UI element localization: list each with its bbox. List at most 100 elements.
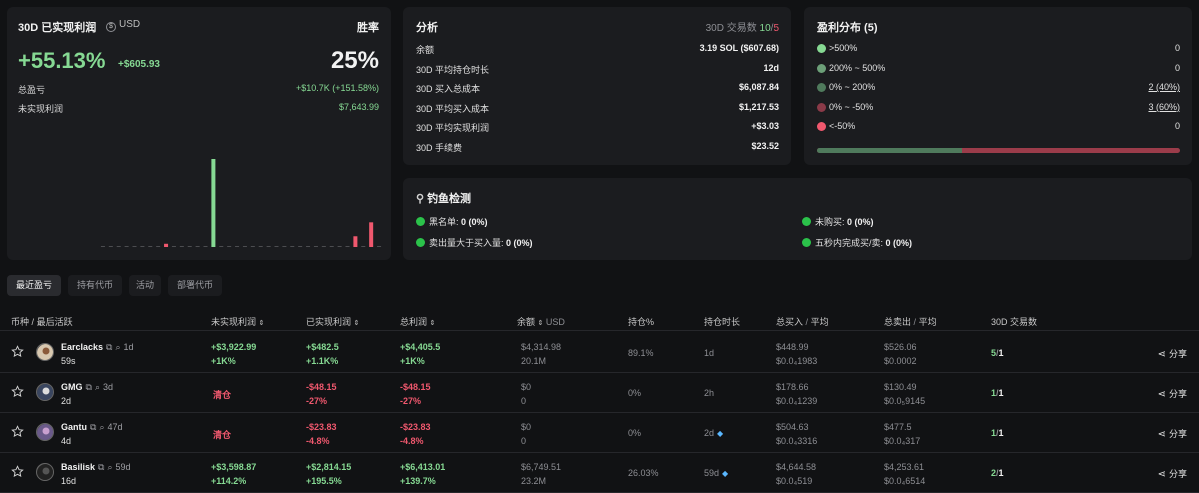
total-pnl-value: +$10.7K (+151.58%) bbox=[295, 83, 379, 93]
table-header: 币种 / 最后活跃 未实现利润 ⇕ 已实现利润 ⇕ 总利润 ⇕ 余额 ⇕ USD… bbox=[0, 309, 1199, 331]
unrealized-label: 未实现利润 bbox=[18, 104, 64, 114]
winrate-value: 25% bbox=[330, 47, 379, 74]
search-icon[interactable]: ⌕ bbox=[95, 382, 100, 392]
header-bought-avg: 平均 bbox=[810, 317, 829, 327]
token-name[interactable]: Basilisk bbox=[61, 462, 95, 472]
distribution-row-value: 0 bbox=[1174, 43, 1180, 53]
sold-total: $4,253.61 bbox=[884, 462, 925, 472]
sold-total: $477.5 bbox=[884, 422, 912, 432]
unrealized-percent: +114.2% bbox=[211, 476, 247, 486]
search-icon[interactable]: ⌕ bbox=[107, 462, 112, 472]
balance-usd: $4,314.98 bbox=[521, 342, 562, 352]
total-percent: +1K% bbox=[400, 356, 425, 366]
table-row[interactable]: Basilisk ⧉ ⌕ 59d 16d +$3,598.87 +114.2% +$2,814… bbox=[0, 453, 1199, 493]
hold-duration: 1d bbox=[704, 348, 714, 358]
star-icon[interactable] bbox=[11, 345, 24, 358]
hold-duration: 59d ◆ bbox=[704, 468, 728, 478]
distribution-row-value[interactable]: 3 (60%) bbox=[1148, 102, 1180, 112]
search-icon[interactable]: ⌕ bbox=[99, 422, 104, 432]
distribution-row-value[interactable]: 2 (40%) bbox=[1148, 82, 1180, 92]
chart-bar[interactable] bbox=[164, 243, 169, 247]
token-avatar bbox=[36, 463, 54, 481]
share-label: 分享 bbox=[1168, 389, 1187, 399]
header-total[interactable]: 总利润 ⇕ bbox=[400, 315, 435, 328]
header-bought: 总买入 / 平均 bbox=[776, 315, 829, 328]
header-sold: 总卖出 / 平均 bbox=[884, 315, 937, 328]
tab-holdings[interactable]: 持有代币 bbox=[68, 275, 122, 296]
bought-total: $178.66 bbox=[776, 382, 809, 392]
header-sold-sep: / bbox=[913, 317, 917, 327]
token-name[interactable]: Earclacks bbox=[61, 342, 103, 352]
currency-toggle[interactable]: $ USD bbox=[106, 19, 140, 32]
token-name-line: Basilisk ⧉ ⌕ 59d bbox=[61, 462, 131, 473]
header-coin[interactable]: 币种 / 最后活跃 bbox=[11, 315, 73, 328]
table-row[interactable]: Earclacks ⧉ ⌕ 1d 59s +$3,922.99 +1K% +$482.5 +1.… bbox=[0, 333, 1199, 373]
header-realized[interactable]: 已实现利润 ⇕ bbox=[306, 315, 359, 328]
bought-avg: $0.0₄519 bbox=[776, 476, 813, 486]
hold-duration-text: 2d bbox=[704, 428, 715, 438]
analysis-row: 30D 平均实现利润 +$3.03 bbox=[416, 121, 779, 133]
search-icon[interactable]: ⌕ bbox=[115, 342, 120, 352]
pnl-title: 30D 已实现利润 bbox=[18, 22, 97, 34]
status-ok-icon bbox=[802, 238, 811, 247]
fish-hook-icon: ⚲ bbox=[416, 193, 425, 205]
copy-icon[interactable]: ⧉ bbox=[90, 422, 96, 432]
balance-amount: 23.2M bbox=[521, 476, 547, 486]
table-row[interactable]: Gantu ⧉ ⌕ 47d 4d 清仓 -$23.83 -4.8% -$23.83 -4.8% $0… bbox=[0, 413, 1199, 453]
token-age: 47d bbox=[107, 422, 123, 432]
share-button[interactable]: ⋖ 分享 bbox=[1158, 427, 1187, 440]
realized-percent: +195.5% bbox=[306, 476, 342, 486]
analysis-row-value: +$3.03 bbox=[751, 121, 779, 132]
analysis-row: 30D 平均持仓时长 12d bbox=[416, 63, 779, 75]
hold-duration-text: 1d bbox=[704, 348, 715, 358]
token-name-line: GMG ⧉ ⌕ 3d bbox=[61, 382, 113, 393]
trades-win: 10 bbox=[759, 23, 771, 34]
share-button[interactable]: ⋖ 分享 bbox=[1158, 347, 1187, 360]
analysis-row-value: 3.19 SOL ($607.68) bbox=[699, 43, 779, 53]
distribution-row-label: 200% ~ 500% bbox=[829, 62, 886, 73]
tab-recent-pnl[interactable]: 最近盈亏 bbox=[7, 275, 61, 296]
sort-icon: ⇕ bbox=[537, 320, 544, 327]
analysis-title: 分析 bbox=[416, 22, 438, 34]
realized-value: -$48.15 bbox=[306, 382, 337, 392]
token-avatar bbox=[36, 343, 54, 361]
header-unrealized[interactable]: 未实现利润 ⇕ bbox=[211, 315, 264, 328]
trades-loss: 1 bbox=[998, 348, 1004, 358]
tab-deployed[interactable]: 部署代币 bbox=[168, 275, 222, 296]
sold-avg: $0.0₄317 bbox=[884, 436, 921, 446]
copy-icon[interactable]: ⧉ bbox=[106, 342, 112, 352]
share-button[interactable]: ⋖ 分享 bbox=[1158, 387, 1187, 400]
token-name[interactable]: GMG bbox=[61, 382, 83, 392]
last-active: 4d bbox=[61, 436, 72, 446]
copy-icon[interactable]: ⧉ bbox=[98, 462, 104, 472]
analysis-row: 30D 买入总成本 $6,087.84 bbox=[416, 82, 779, 94]
star-icon[interactable] bbox=[11, 425, 24, 438]
dollar-circle-icon: $ bbox=[106, 22, 116, 32]
star-icon[interactable] bbox=[11, 465, 24, 478]
tab-activity[interactable]: 活动 bbox=[129, 275, 161, 296]
share-button[interactable]: ⋖ 分享 bbox=[1158, 467, 1187, 480]
bought-avg: $0.0₄3316 bbox=[776, 436, 818, 446]
phishing-check-item: 五秒内完成买/卖: 0 (0%) bbox=[802, 236, 912, 248]
phishing-title-text: 钓鱼检测 bbox=[427, 193, 472, 205]
distribution-bar bbox=[817, 148, 1180, 153]
trades-count: 5/1 bbox=[991, 348, 1004, 358]
balance-usd: $0 bbox=[521, 382, 532, 392]
header-bought-label: 总买入 bbox=[776, 317, 804, 327]
realized-percent: -4.8% bbox=[306, 436, 330, 446]
chart-bar[interactable] bbox=[353, 236, 358, 247]
header-balance[interactable]: 余额 ⇕ USD bbox=[517, 315, 565, 328]
chart-bar[interactable] bbox=[369, 222, 374, 247]
star-icon[interactable] bbox=[11, 385, 24, 398]
copy-icon[interactable]: ⧉ bbox=[86, 382, 92, 392]
chart-bar[interactable] bbox=[211, 159, 216, 247]
table-row[interactable]: GMG ⧉ ⌕ 3d 2d 清仓 -$48.15 -27% -$48.15 -27% $0 0 0% 2h… bbox=[0, 373, 1199, 413]
distribution-bar-positive bbox=[817, 148, 963, 153]
phishing-title: ⚲ 钓鱼检测 bbox=[416, 190, 471, 206]
distribution-row: 0% ~ -50% 3 (60%) bbox=[817, 102, 1180, 114]
header-hold: 持仓时长 bbox=[704, 317, 741, 327]
phishing-check-label: 未购买: bbox=[815, 217, 845, 227]
distribution-row-label: 0% ~ -50% bbox=[829, 101, 874, 112]
token-name[interactable]: Gantu bbox=[61, 422, 87, 432]
realized-value: -$23.83 bbox=[306, 422, 337, 432]
